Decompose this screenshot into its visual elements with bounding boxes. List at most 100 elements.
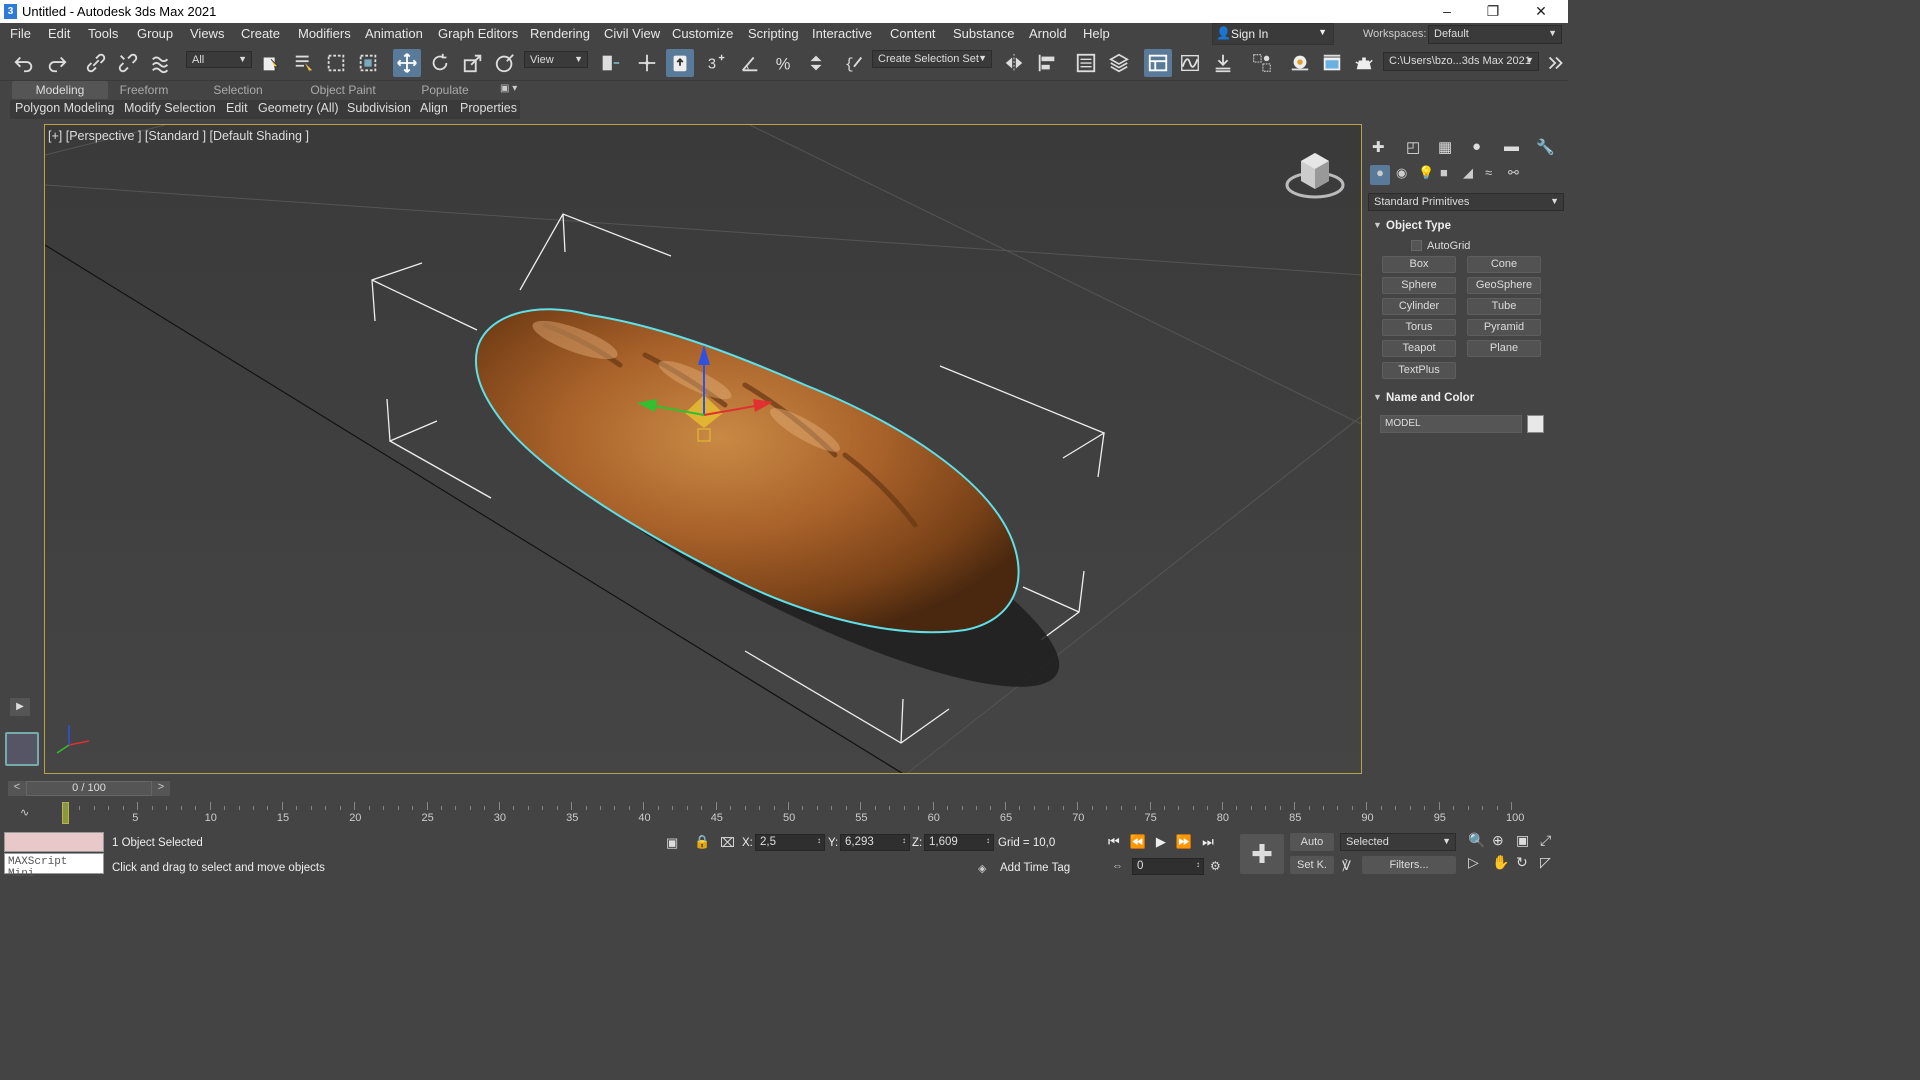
key-mode-icon[interactable]: ⇔ [1112, 860, 1123, 872]
rollout-collapse-icon[interactable]: ▼ [1373, 392, 1382, 402]
cone-button[interactable]: Cone [1467, 256, 1541, 273]
restore-button[interactable]: ❐ [1470, 0, 1516, 23]
zoom-extents-icon[interactable]: ▣ [1516, 832, 1529, 849]
tab-object-paint[interactable]: Object Paint [300, 81, 386, 99]
selection-set-dropdown[interactable]: Create Selection Set ▼ [872, 50, 992, 68]
panel-polygon-modeling[interactable]: Polygon Modeling [15, 101, 114, 115]
cameras-category-icon[interactable]: ■ [1440, 165, 1448, 180]
menu-arnold[interactable]: Arnold [1029, 26, 1067, 41]
project-folder-dropdown[interactable]: C:\Users\bzo...3ds Max 2021 ▼ [1383, 52, 1539, 71]
menu-group[interactable]: Group [137, 26, 173, 41]
menu-create[interactable]: Create [241, 26, 280, 41]
cylinder-button[interactable]: Cylinder [1382, 298, 1456, 315]
tab-selection[interactable]: Selection [200, 81, 276, 99]
play-icon[interactable]: ▶ [1156, 834, 1176, 849]
lights-category-icon[interactable]: 💡 [1418, 165, 1434, 181]
zoom-icon[interactable]: 🔍 [1468, 832, 1485, 849]
time-configuration-icon[interactable]: ⚙ [1210, 859, 1221, 873]
lock-icon[interactable]: 🔒 [694, 834, 710, 850]
pan-hand-icon[interactable]: ✋ [1492, 854, 1509, 871]
unlink-selection-button[interactable] [114, 49, 142, 77]
field-of-view-icon[interactable]: ▷ [1468, 854, 1479, 871]
maximize-viewport-icon[interactable]: ◸ [1540, 854, 1551, 871]
z-coordinate-field[interactable]: 1,609 ↕ [924, 834, 994, 851]
go-to-end-icon[interactable]: ⏭ [1202, 834, 1224, 849]
select-and-place-button[interactable] [491, 49, 519, 77]
menu-views[interactable]: Views [190, 26, 224, 41]
key-filters-button[interactable]: Filters... [1362, 856, 1456, 874]
mirror-button[interactable] [1000, 49, 1028, 77]
hierarchy-tab-icon[interactable]: ▦ [1438, 138, 1452, 156]
create-tab-icon[interactable]: ✚ [1372, 138, 1385, 156]
rollout-collapse-icon[interactable]: ▼ [1373, 220, 1382, 230]
select-by-name-button[interactable] [290, 49, 318, 77]
schematic-view-button[interactable] [1209, 49, 1237, 77]
tube-button[interactable]: Tube [1467, 298, 1541, 315]
utilities-tab-icon[interactable]: 🔧 [1536, 138, 1555, 156]
geometry-category-icon[interactable]: ● [1370, 165, 1390, 185]
go-to-start-icon[interactable]: ⏮ [1108, 834, 1130, 849]
teapot-button[interactable]: Teapot [1382, 340, 1456, 357]
textplus-button[interactable]: TextPlus [1382, 362, 1456, 379]
sign-in-dropdown[interactable]: 👤 Sign In ▼ [1212, 23, 1334, 45]
modify-tab-icon[interactable]: ◰ [1406, 138, 1420, 156]
align-button[interactable] [1033, 49, 1061, 77]
menu-tools[interactable]: Tools [88, 26, 118, 41]
tab-modeling[interactable]: Modeling [12, 81, 108, 99]
pivot-center-button[interactable] [596, 49, 624, 77]
curve-editor-mini-icon[interactable]: ∿ [20, 806, 29, 819]
orbit-icon[interactable]: ↻ [1516, 854, 1528, 871]
tab-populate[interactable]: Populate [410, 81, 480, 99]
time-slider-handle[interactable]: 0 / 100 [26, 781, 152, 796]
spinner-icon[interactable]: ↕ [817, 836, 821, 845]
maxscript-mini-input[interactable]: MAXScript Mini [4, 853, 104, 880]
render-production-button[interactable] [1350, 49, 1378, 77]
menu-animation[interactable]: Animation [365, 26, 423, 41]
plane-button[interactable]: Plane [1467, 340, 1541, 357]
set-key-mode-button[interactable]: Set K. [1290, 856, 1334, 874]
key-filter-dropdown[interactable]: Selected ▼ [1340, 833, 1456, 851]
spinner-icon[interactable]: ↕ [1196, 860, 1200, 869]
selection-filter-dropdown[interactable]: All ▼ [186, 51, 252, 68]
y-coordinate-field[interactable]: 6,293 ↕ [840, 834, 910, 851]
panel-edit[interactable]: Edit [226, 101, 248, 115]
undo-button[interactable] [10, 49, 38, 77]
panel-properties[interactable]: Properties [460, 101, 517, 115]
object-name-field[interactable]: MODEL [1380, 415, 1522, 433]
menu-file[interactable]: File [10, 26, 31, 41]
current-frame-field[interactable]: 0 ↕ [1132, 858, 1204, 875]
spinner-icon[interactable]: ↕ [902, 836, 906, 845]
menu-customize[interactable]: Customize [672, 26, 733, 41]
manipulate-button[interactable] [633, 49, 661, 77]
keyboard-shortcut-override-button[interactable] [666, 49, 694, 77]
select-and-link-button[interactable] [82, 49, 110, 77]
default-in-out-tangents-icon[interactable]: ℣ [1342, 858, 1351, 874]
motion-tab-icon[interactable]: ● [1472, 138, 1481, 155]
box-button[interactable]: Box [1382, 256, 1456, 273]
redo-button[interactable] [43, 49, 71, 77]
object-color-swatch[interactable] [1527, 415, 1544, 433]
select-object-button[interactable] [257, 49, 285, 77]
menu-scripting[interactable]: Scripting [748, 26, 799, 41]
select-and-scale-button[interactable] [459, 49, 487, 77]
sphere-button[interactable]: Sphere [1382, 277, 1456, 294]
minimize-button[interactable]: – [1424, 0, 1470, 23]
scene-explorer-button[interactable] [1072, 49, 1100, 77]
select-and-rotate-button[interactable] [426, 49, 454, 77]
reference-coordinate-dropdown[interactable]: View ▼ [524, 51, 588, 68]
maxscript-listener-field[interactable] [4, 832, 104, 852]
track-bar[interactable]: ∿ 5 10 15 20 25 30 35 40 45 50 55 60 65 70 75 80 85 90 95 1… [0, 800, 1568, 828]
next-key-icon[interactable]: ⏩ [1176, 834, 1202, 849]
panel-geometry-all[interactable]: Geometry (All) [258, 101, 339, 115]
expand-layout-button[interactable]: ▶ [10, 698, 30, 716]
toolbar-overflow-button[interactable] [1542, 49, 1570, 77]
viewport-layout-tab[interactable] [5, 732, 39, 766]
layer-explorer-button[interactable] [1105, 49, 1133, 77]
spinner-snap-button[interactable] [802, 49, 830, 77]
shapes-category-icon[interactable]: ◉ [1396, 165, 1407, 181]
spinner-icon[interactable]: ↕ [986, 836, 990, 845]
helpers-category-icon[interactable]: ◢ [1463, 165, 1473, 181]
space-warps-category-icon[interactable]: ≈ [1485, 165, 1492, 180]
panel-align[interactable]: Align [420, 101, 448, 115]
percent-snap-button[interactable]: % [770, 49, 798, 77]
